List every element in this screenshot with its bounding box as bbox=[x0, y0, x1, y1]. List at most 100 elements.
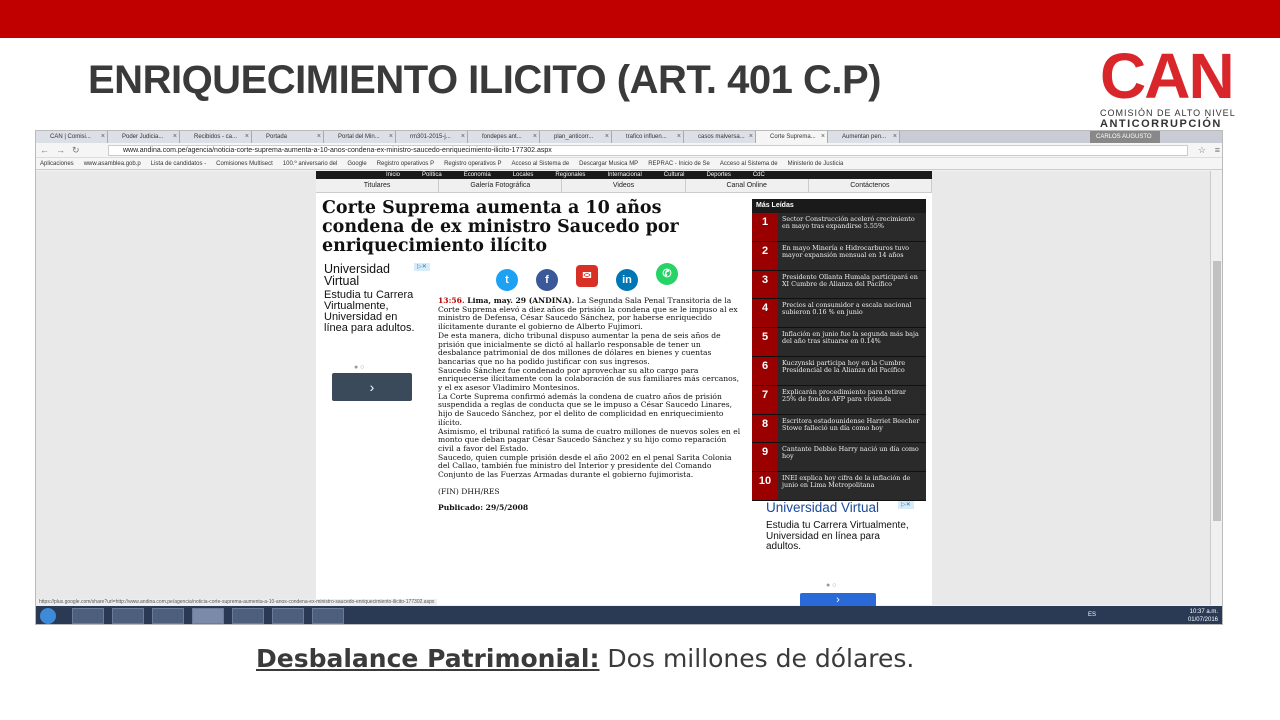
mas-leidas-headline[interactable]: En mayo Minería e Hidrocarburos tuvo may… bbox=[778, 242, 926, 270]
site-nav-item[interactable]: Inicio bbox=[386, 171, 400, 179]
site-subnav-item[interactable]: Titulares bbox=[316, 179, 440, 192]
bookmark-item[interactable]: REPRAC - Inicio de Se bbox=[648, 158, 710, 169]
ad-right[interactable]: ▷✕ Universidad Virtual Estudia tu Carrer… bbox=[766, 501, 916, 609]
outlook-icon[interactable] bbox=[232, 608, 264, 624]
media-player-icon[interactable] bbox=[152, 608, 184, 624]
browser-tab[interactable]: Poder Judicia... × bbox=[108, 131, 180, 143]
site-subnav-item[interactable]: Contáctenos bbox=[809, 179, 933, 192]
site-nav-item[interactable]: Regionales bbox=[555, 171, 585, 179]
mas-leidas-headline[interactable]: INEI explica hoy cifra de la inflación d… bbox=[778, 472, 926, 500]
mas-leidas-item[interactable]: 4 Precios al consumidor a escala nacional… bbox=[752, 299, 926, 329]
site-nav-item[interactable]: Deportes bbox=[706, 171, 730, 179]
mas-leidas-headline[interactable]: Explicarán procedimiento para retirar 25… bbox=[778, 386, 926, 414]
close-tab-icon[interactable]: × bbox=[173, 131, 177, 143]
mas-leidas-headline[interactable]: Precios al consumidor a escala nacional … bbox=[778, 299, 926, 327]
mas-leidas-item[interactable]: 7 Explicarán procedimiento para retirar 2… bbox=[752, 385, 926, 415]
powerpoint-icon[interactable] bbox=[312, 608, 344, 624]
browser-tab[interactable]: Portada × bbox=[252, 131, 324, 143]
ad-left[interactable]: ▷✕ Universidad Virtual Estudia tu Carrer… bbox=[324, 263, 430, 407]
bookmark-item[interactable]: www.asamblea.gob.p bbox=[84, 158, 141, 169]
browser-tab[interactable]: trafico influen... × bbox=[612, 131, 684, 143]
language-indicator[interactable]: ES bbox=[1088, 612, 1096, 618]
start-button-icon[interactable] bbox=[40, 608, 56, 624]
facebook-icon[interactable]: f bbox=[536, 269, 558, 291]
word-icon[interactable] bbox=[272, 608, 304, 624]
reload-icon[interactable]: ↻ bbox=[72, 145, 80, 156]
menu-icon[interactable]: ≡ bbox=[1215, 145, 1220, 155]
site-nav-item[interactable]: Locales bbox=[513, 171, 534, 179]
browser-tab[interactable]: rm301-2015-j... × bbox=[396, 131, 468, 143]
mas-leidas-headline[interactable]: Kuczynski participa hoy en la Cumbre Pre… bbox=[778, 357, 926, 385]
site-nav-item[interactable]: Política bbox=[422, 171, 442, 179]
ad-pager-dots[interactable]: ● ○ bbox=[354, 364, 364, 371]
site-subnav-item[interactable]: Canal Online bbox=[686, 179, 809, 192]
mas-leidas-item[interactable]: 5 Inflación en junio fue la segunda más b… bbox=[752, 328, 926, 357]
site-subnav-item[interactable]: Galería Fotográfica bbox=[439, 179, 563, 192]
bookmark-star-icon[interactable]: ☆ bbox=[1198, 145, 1206, 156]
bookmark-item[interactable]: Comisiones Multisect bbox=[216, 158, 273, 169]
close-tab-icon[interactable]: × bbox=[749, 131, 753, 143]
back-icon[interactable]: ← bbox=[40, 145, 49, 155]
mas-leidas-item[interactable]: 2 En mayo Minería e Hidrocarburos tuvo ma… bbox=[752, 241, 926, 271]
bookmark-item[interactable]: 100.º aniversario del bbox=[283, 158, 338, 169]
bookmark-item[interactable]: Ministerio de Justicia bbox=[788, 158, 844, 169]
ad-choices-icon[interactable]: ▷✕ bbox=[898, 501, 914, 509]
bookmark-item[interactable]: Acceso al Sistema de bbox=[720, 158, 778, 169]
browser-tab[interactable]: fondepes ant... × bbox=[468, 131, 540, 143]
site-nav-item[interactable]: Internacional bbox=[607, 171, 641, 179]
twitter-icon[interactable]: t bbox=[496, 269, 518, 291]
close-tab-icon[interactable]: × bbox=[245, 131, 249, 143]
browser-user-badge[interactable]: CARLOS AUGUSTO bbox=[1090, 131, 1160, 143]
site-nav-item[interactable]: Economía bbox=[464, 171, 491, 179]
chrome-icon[interactable] bbox=[192, 608, 224, 624]
close-tab-icon[interactable]: × bbox=[533, 131, 537, 143]
mas-leidas-headline[interactable]: Escritora estadounidense Harriet Beecher… bbox=[778, 415, 926, 443]
ad-left-next-button[interactable]: › bbox=[332, 373, 412, 401]
forward-icon[interactable]: → bbox=[56, 145, 65, 155]
close-tab-icon[interactable]: × bbox=[389, 131, 393, 143]
browser-tab[interactable]: Corte Suprema... × bbox=[756, 131, 828, 143]
bookmark-item[interactable]: Registro operativos P bbox=[377, 158, 434, 169]
mas-leidas-headline[interactable]: Inflación en junio fue la segunda más ba… bbox=[778, 328, 926, 356]
mas-leidas-item[interactable]: 9 Cantante Debbie Harry nació un día como… bbox=[752, 443, 926, 473]
close-tab-icon[interactable]: × bbox=[605, 131, 609, 143]
site-subnav-item[interactable]: Videos bbox=[562, 179, 686, 192]
browser-tab[interactable]: Portal del Min... × bbox=[324, 131, 396, 143]
ad-choices-icon[interactable]: ▷✕ bbox=[414, 263, 430, 271]
explorer-icon[interactable] bbox=[72, 608, 104, 624]
linkedin-icon[interactable]: in bbox=[616, 269, 638, 291]
whatsapp-icon[interactable]: ✆ bbox=[656, 263, 678, 285]
browser-tab[interactable]: CAN | Comisi... × bbox=[36, 131, 108, 143]
bookmark-item[interactable]: Aplicaciones bbox=[40, 158, 74, 169]
site-nav-item[interactable]: Cultural bbox=[664, 171, 685, 179]
mas-leidas-item[interactable]: 3 Presidente Ollanta Humala participará e… bbox=[752, 270, 926, 300]
close-tab-icon[interactable]: × bbox=[317, 131, 321, 143]
bookmark-item[interactable]: Registro operativos P bbox=[444, 158, 501, 169]
mas-leidas-headline[interactable]: Presidente Ollanta Humala participará en… bbox=[778, 271, 926, 299]
mas-leidas-item[interactable]: 10 INEI explica hoy cifra de la inflación… bbox=[752, 472, 926, 501]
mas-leidas-headline[interactable]: Cantante Debbie Harry nació un día como … bbox=[778, 443, 926, 471]
scrollbar-thumb[interactable] bbox=[1213, 261, 1221, 521]
bookmark-item[interactable]: Lista de candidatos - bbox=[151, 158, 206, 169]
browser-tab[interactable]: Recibidos - ca... × bbox=[180, 131, 252, 143]
close-tab-icon[interactable]: × bbox=[461, 131, 465, 143]
mas-leidas-item[interactable]: 6 Kuczynski participa hoy en la Cumbre Pr… bbox=[752, 356, 926, 386]
mas-leidas-item[interactable]: 1 Sector Construcción aceleró crecimiento… bbox=[752, 213, 926, 242]
bookmark-item[interactable]: Descargar Musica MP bbox=[579, 158, 638, 169]
close-tab-icon[interactable]: × bbox=[821, 131, 825, 143]
page-scrollbar[interactable] bbox=[1210, 171, 1222, 605]
url-input[interactable]: www.andina.com.pe/agencia/noticia-corte-… bbox=[108, 145, 1188, 156]
bookmark-item[interactable]: Acceso al Sistema de bbox=[511, 158, 569, 169]
close-tab-icon[interactable]: × bbox=[101, 131, 105, 143]
ie-icon[interactable] bbox=[112, 608, 144, 624]
mas-leidas-item[interactable]: 8 Escritora estadounidense Harriet Beeche… bbox=[752, 414, 926, 444]
close-tab-icon[interactable]: × bbox=[677, 131, 681, 143]
site-nav-item[interactable]: CdC bbox=[753, 171, 765, 179]
browser-tab[interactable]: Aumentan pen... × bbox=[828, 131, 900, 143]
system-clock[interactable]: 10:37 a.m. 01/07/2016 bbox=[1188, 608, 1218, 624]
browser-tab[interactable]: casos malversa... × bbox=[684, 131, 756, 143]
browser-tab[interactable]: plan_anticorr... × bbox=[540, 131, 612, 143]
close-tab-icon[interactable]: × bbox=[893, 131, 897, 143]
bookmark-item[interactable]: Google bbox=[347, 158, 366, 169]
mas-leidas-headline[interactable]: Sector Construcción aceleró crecimiento … bbox=[778, 213, 926, 241]
